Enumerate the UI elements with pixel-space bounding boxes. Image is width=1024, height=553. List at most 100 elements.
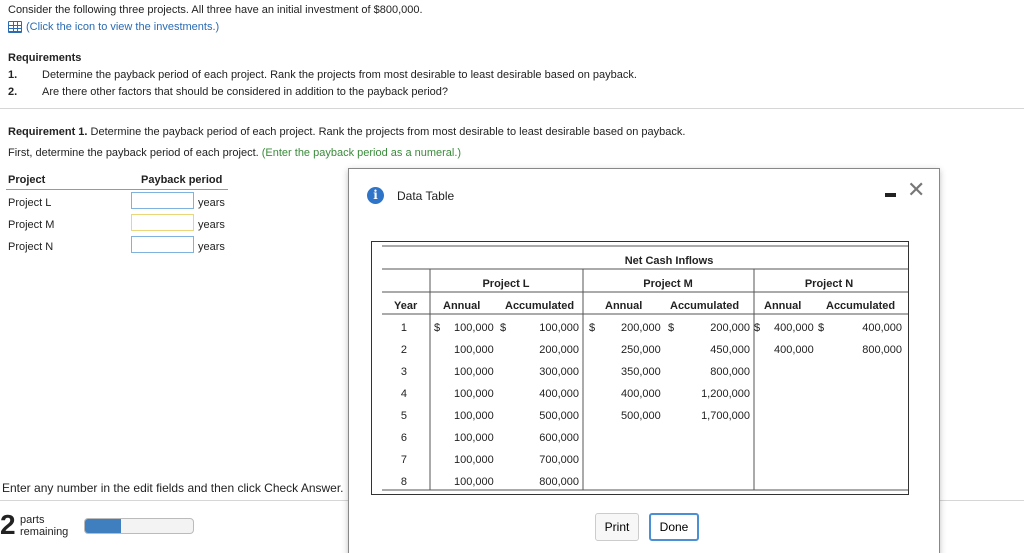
requirement-number: 1. [8, 69, 18, 81]
investments-link[interactable]: (Click the icon to view the investments.… [8, 21, 219, 33]
net-cash-inflows-header: Net Cash Inflows [624, 255, 714, 267]
data-table-dialog: i Data Table ✕ Net Cash Inflows Project L… [348, 168, 940, 553]
year-cell: 8 [400, 476, 407, 488]
project-header: Project L [482, 278, 530, 290]
col-header-annual: Annual [443, 300, 481, 312]
year-cell: 2 [400, 344, 407, 356]
parts-label-line1: parts [20, 514, 45, 526]
project-m-annual-cell: 400,000 [621, 388, 661, 400]
info-icon: i [367, 187, 384, 204]
project-header: Project N [804, 278, 854, 290]
dialog-title: Data Table [397, 189, 455, 203]
col-header-accumulated: Accumulated [505, 300, 575, 312]
project-l-annual-cell: 100,000 [454, 344, 494, 356]
project-l-annual-cell: 100,000 [454, 432, 494, 444]
requirement-text: Are there other factors that should be c… [42, 86, 449, 98]
project-l-annual-cell: 100,000 [454, 476, 494, 488]
payback-unit: years [198, 219, 225, 231]
dollar-sign: $ [818, 322, 825, 334]
progress-fill [85, 519, 121, 533]
project-l-accumulated-cell: 700,000 [539, 454, 579, 466]
col-header-year: Year [394, 300, 418, 312]
dollar-sign: $ [754, 322, 761, 334]
dollar-sign: $ [589, 322, 596, 334]
year-cell: 5 [400, 410, 407, 422]
requirement1-label: Requirement 1. [8, 126, 88, 138]
project-l-annual-cell: 100,000 [454, 410, 494, 422]
close-icon[interactable]: ✕ [907, 179, 925, 201]
payback-col-project: Project [8, 174, 46, 186]
project-m-accumulated-cell: 1,200,000 [701, 388, 750, 400]
payback-row-project: Project N [8, 241, 54, 253]
payback-unit: years [198, 197, 225, 209]
dollar-sign: $ [668, 322, 675, 334]
project-m-annual-cell: 250,000 [621, 344, 661, 356]
payback-col-period: Payback period [141, 174, 223, 186]
print-button[interactable]: Print [595, 513, 639, 541]
requirement-text: Determine the payback period of each pro… [42, 69, 637, 81]
project-l-accumulated-cell: 600,000 [539, 432, 579, 444]
project-n-accumulated-cell: 400,000 [862, 322, 902, 334]
col-header-annual: Annual [605, 300, 643, 312]
dollar-sign: $ [434, 322, 441, 334]
project-l-annual-cell: 100,000 [454, 366, 494, 378]
col-header-accumulated: Accumulated [826, 300, 896, 312]
project-l-accumulated-cell: 100,000 [539, 322, 579, 334]
minimize-icon[interactable] [885, 193, 896, 197]
year-cell: 6 [400, 432, 407, 444]
parts-progress-bar [84, 518, 194, 534]
project-n-annual-cell: 400,000 [774, 344, 814, 356]
project-header: Project M [643, 278, 693, 290]
payback-unit: years [198, 241, 225, 253]
requirement1-prompt: Requirement 1. Determine the payback per… [8, 126, 685, 138]
project-l-accumulated-cell: 800,000 [539, 476, 579, 488]
project-l-accumulated-cell: 300,000 [539, 366, 579, 378]
parts-label-line2: remaining [20, 526, 69, 538]
project-l-accumulated-cell: 200,000 [539, 344, 579, 356]
project-l-annual-cell: 100,000 [454, 388, 494, 400]
parts-remaining-count: 2 [0, 509, 16, 540]
project-m-accumulated-cell: 450,000 [710, 344, 750, 356]
project-m-annual-cell: 200,000 [621, 322, 661, 334]
requirements-title: Requirements [8, 52, 82, 64]
payback-header-rule [6, 189, 228, 190]
question-intro: Consider the following three projects. A… [8, 4, 423, 16]
project-m-accumulated-cell: 200,000 [710, 322, 750, 334]
year-cell: 4 [400, 388, 407, 400]
cash-inflows-table: Net Cash Inflows Project L Project M Projec… [371, 241, 909, 495]
project-l-accumulated-cell: 400,000 [539, 388, 579, 400]
col-header-annual: Annual [764, 300, 802, 312]
col-header-accumulated: Accumulated [670, 300, 740, 312]
requirement-item: 2. Are there other factors that should b… [8, 86, 448, 98]
instruction-hint: (Enter the payback period as a numeral.) [261, 147, 462, 159]
payback-input-project-n[interactable] [131, 236, 194, 253]
project-m-accumulated-cell: 1,700,000 [701, 410, 750, 422]
instruction: First, determine the payback period of e… [8, 147, 461, 159]
project-m-accumulated-cell: 800,000 [710, 366, 750, 378]
payback-input-project-l[interactable] [131, 192, 194, 209]
instruction-text: First, determine the payback period of e… [8, 147, 262, 159]
project-l-annual-cell: 100,000 [454, 454, 494, 466]
payback-row-project: Project M [8, 219, 55, 231]
requirement1-text: Determine the payback period of each pro… [87, 126, 686, 138]
payback-input-project-m[interactable] [131, 214, 194, 231]
project-n-annual-cell: 400,000 [774, 322, 814, 334]
section-divider [0, 108, 1024, 109]
year-cell: 3 [400, 366, 407, 378]
table-grid-icon[interactable] [8, 21, 22, 33]
project-l-accumulated-cell: 500,000 [539, 410, 579, 422]
dollar-sign: $ [500, 322, 507, 334]
year-cell: 1 [400, 322, 407, 334]
project-n-accumulated-cell: 800,000 [862, 344, 902, 356]
project-m-annual-cell: 350,000 [621, 366, 661, 378]
payback-row-project: Project L [8, 197, 52, 209]
enter-hint: Enter any number in the edit fields and … [2, 481, 344, 495]
project-m-annual-cell: 500,000 [621, 410, 661, 422]
investments-link-label[interactable]: (Click the icon to view the investments.… [26, 21, 219, 33]
done-button[interactable]: Done [649, 513, 699, 541]
requirement-number: 2. [8, 86, 18, 98]
parts-remaining-label: parts remaining [20, 514, 68, 538]
requirement-item: 1. Determine the payback period of each … [8, 69, 637, 81]
year-cell: 7 [400, 454, 407, 466]
project-l-annual-cell: 100,000 [454, 322, 494, 334]
